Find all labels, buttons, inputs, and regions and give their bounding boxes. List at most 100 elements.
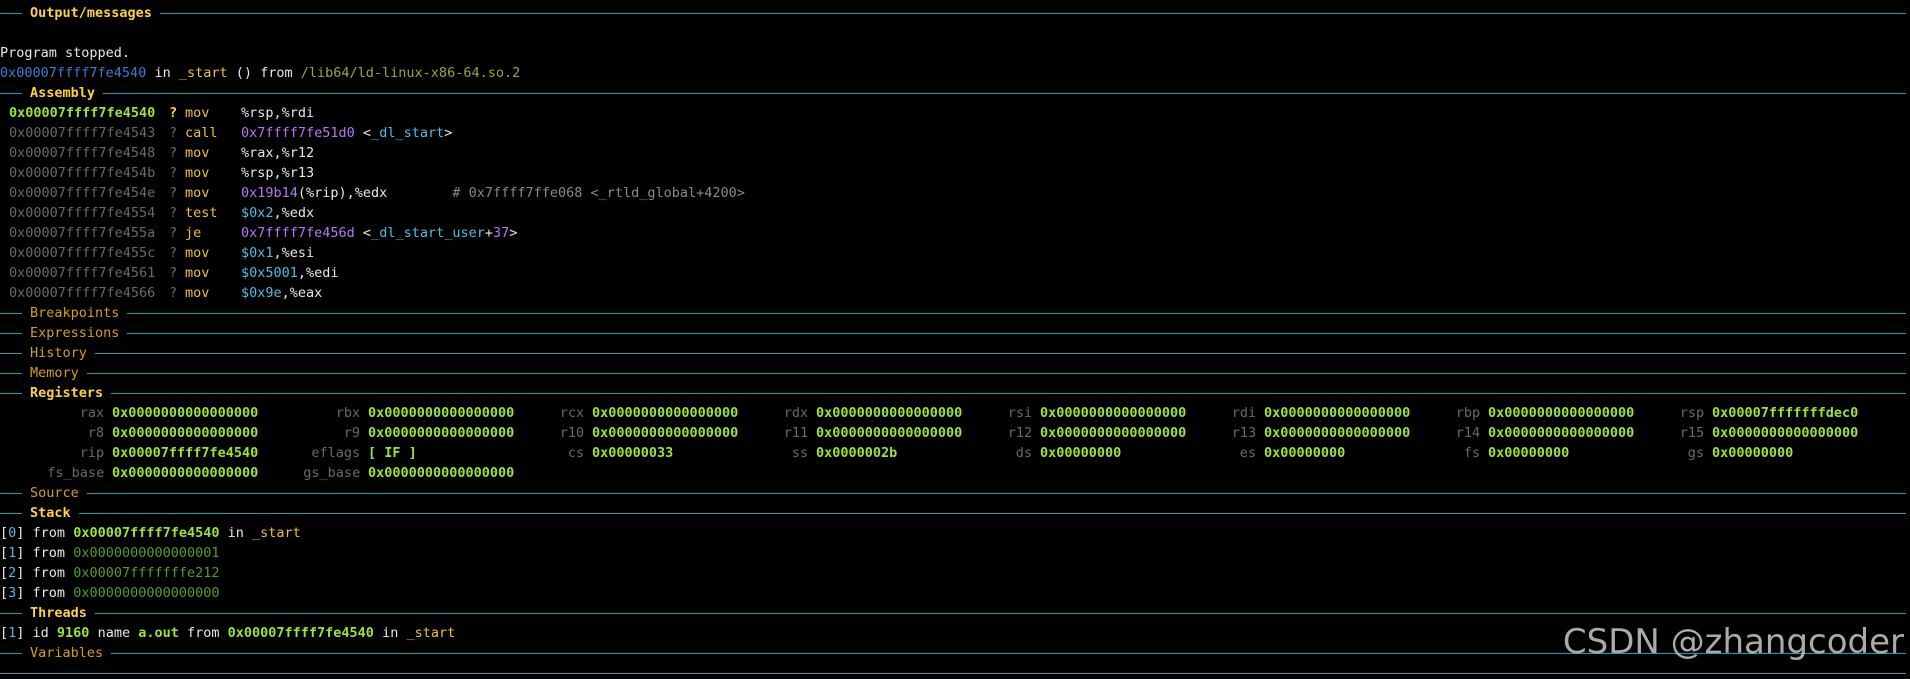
bracket: [ [0,585,9,601]
asm-address: 0x00007ffff7fe455a [9,225,156,241]
register-value: 0x00000000 [1712,445,1794,461]
register-value: 0x00000000 [1040,445,1122,461]
asm-operand-part: < [354,225,372,241]
register-value: 0x0000000000000000 [1264,425,1411,441]
register-name: ss [791,445,809,461]
register-value: 0x0000000000000000 [592,425,739,441]
asm-line[interactable]: 0x00007ffff7fe4566? mov $0x9e,%eax [9,283,1899,303]
asm-operand-part: ,%eax [281,285,323,301]
asm-mnemonic: call [185,125,218,141]
register-value: 0x0000000000000000 [368,425,515,441]
asm-operand-part: ,%edi [297,265,339,281]
asm-operand-part: ,%edx [273,205,315,221]
thread-from: from [178,625,228,641]
thread-in: in [373,625,407,641]
section-title: Registers [30,385,104,401]
stack-frame[interactable]: [2] from 0x00007fffffffe212 [0,563,220,583]
section-title: Source [30,485,79,501]
asm-mnemonic: mov [185,245,210,261]
thread-name: a.out [138,625,179,641]
section-title: Threads [30,605,87,621]
frame-from: ] from [16,585,74,601]
asm-line[interactable]: 0x00007ffff7fe455a? je 0x7ffff7fe456d <_dl… [9,223,1899,243]
frame-address: 0x0000000000000000 [73,585,220,601]
asm-line[interactable]: 0x00007ffff7fe454e? mov 0x19b14(%rip),%edx… [9,183,1899,203]
asm-address: 0x00007ffff7fe455c [9,245,156,261]
register-value: 0x0000000000000000 [1488,425,1635,441]
register-value: 0x0000000000000000 [1712,425,1859,441]
register-name: r13 [1231,425,1257,441]
frame-from: ] from [16,545,74,561]
asm-mnemonic: mov [185,285,210,301]
section-header-expressions: Expressions [0,323,1906,343]
asm-operand-part: $0x5001 [241,265,298,281]
register-name: fs [1463,445,1481,461]
frame-function: _start [252,525,301,541]
thread-row[interactable]: [1] id 9160 name a.out from 0x00007ffff7… [0,623,455,643]
bracket: [ [0,565,9,581]
section-header-threads: Threads [0,603,1906,623]
asm-operands: $0x2,%edx [241,203,314,223]
asm-operands: %rax,%r12 [241,143,314,163]
asm-operands: $0x1,%esi [241,243,314,263]
asm-line[interactable]: 0x00007ffff7fe4548? mov %rax,%r12 [9,143,1899,163]
frame-address: 0x00007fffffffe212 [73,565,220,581]
asm-address: 0x00007ffff7fe4561 [9,265,156,281]
frame-from: ] from [16,525,74,541]
thread-id-label: ] id [16,625,57,641]
section-title: History [30,345,87,361]
asm-operand-part: 0x7ffff7fe456d [241,225,355,241]
frame-address: 0x00007ffff7fe4540 [73,525,220,541]
asm-marker: ? [169,225,178,241]
register-name: r15 [1679,425,1705,441]
asm-operand-part: $0x2 [241,205,274,221]
register-value: 0x00007ffff7fe4540 [112,445,259,461]
asm-line[interactable]: 0x00007ffff7fe4561? mov $0x5001,%edi [9,263,1899,283]
asm-operand-part: _dl_start [371,125,445,141]
asm-marker: ? [169,145,178,161]
register-value: 0x0000000000000000 [368,405,515,421]
asm-operand-part: %rax,%r12 [241,145,315,161]
asm-mnemonic: mov [185,265,210,281]
register-name: gs [1687,445,1705,461]
register-name: r9 [343,425,361,441]
asm-operand-part: %rsp,%rdi [241,105,315,121]
asm-line[interactable]: 0x00007ffff7fe455c? mov $0x1,%esi [9,243,1899,263]
asm-line[interactable]: 0x00007ffff7fe4540? mov %rsp,%rdi [9,103,1899,123]
stack-frame[interactable]: [0] from 0x00007ffff7fe4540 in _start [0,523,301,543]
section-header-memory: Memory [0,363,1906,383]
asm-mnemonic: mov [185,145,210,161]
thread-address: 0x00007ffff7fe4540 [227,625,374,641]
asm-line[interactable]: 0x00007ffff7fe4543? call 0x7ffff7fe51d0 <_… [9,123,1899,143]
section-header-breakpoints: Breakpoints [0,303,1906,323]
asm-address: 0x00007ffff7fe4540 [9,105,156,121]
section-title: Breakpoints [30,305,120,321]
asm-mnemonic: je [185,225,202,241]
asm-address: 0x00007ffff7fe4548 [9,145,156,161]
asm-operands: $0x9e,%eax [241,283,322,303]
asm-marker: ? [169,125,178,141]
asm-mnemonic: mov [185,165,210,181]
register-value: 0x0000000000000000 [816,405,963,421]
register-name: ds [1015,445,1033,461]
section-title: Output/messages [30,5,152,21]
asm-address: 0x00007ffff7fe454e [9,185,156,201]
stack-frame[interactable]: [1] from 0x0000000000000001 [0,543,220,563]
output-address: 0x00007ffff7fe4540 [0,65,147,81]
register-name: eflags [311,445,361,461]
register-name: r14 [1455,425,1481,441]
bracket: [ [0,545,9,561]
register-value: 0x0000000000000000 [1488,405,1635,421]
asm-operands: 0x19b14(%rip),%edx # 0x7ffff7ffe068 <_rt… [241,183,745,203]
register-name: rbx [335,405,361,421]
asm-operands: 0x7ffff7fe456d <_dl_start_user+37> [241,223,517,243]
section-header-output: Output/messages [0,3,1906,23]
asm-operand-part: 0x7ffff7fe51d0 [241,125,355,141]
asm-marker: ? [169,285,178,301]
asm-line[interactable]: 0x00007ffff7fe4554? test $0x2,%edx [9,203,1899,223]
stack-frame[interactable]: [3] from 0x0000000000000000 [0,583,220,603]
register-name: r8 [87,425,105,441]
bracket: [ [0,525,9,541]
asm-operand-part: $0x9e [241,285,282,301]
asm-line[interactable]: 0x00007ffff7fe454b? mov %rsp,%r13 [9,163,1899,183]
